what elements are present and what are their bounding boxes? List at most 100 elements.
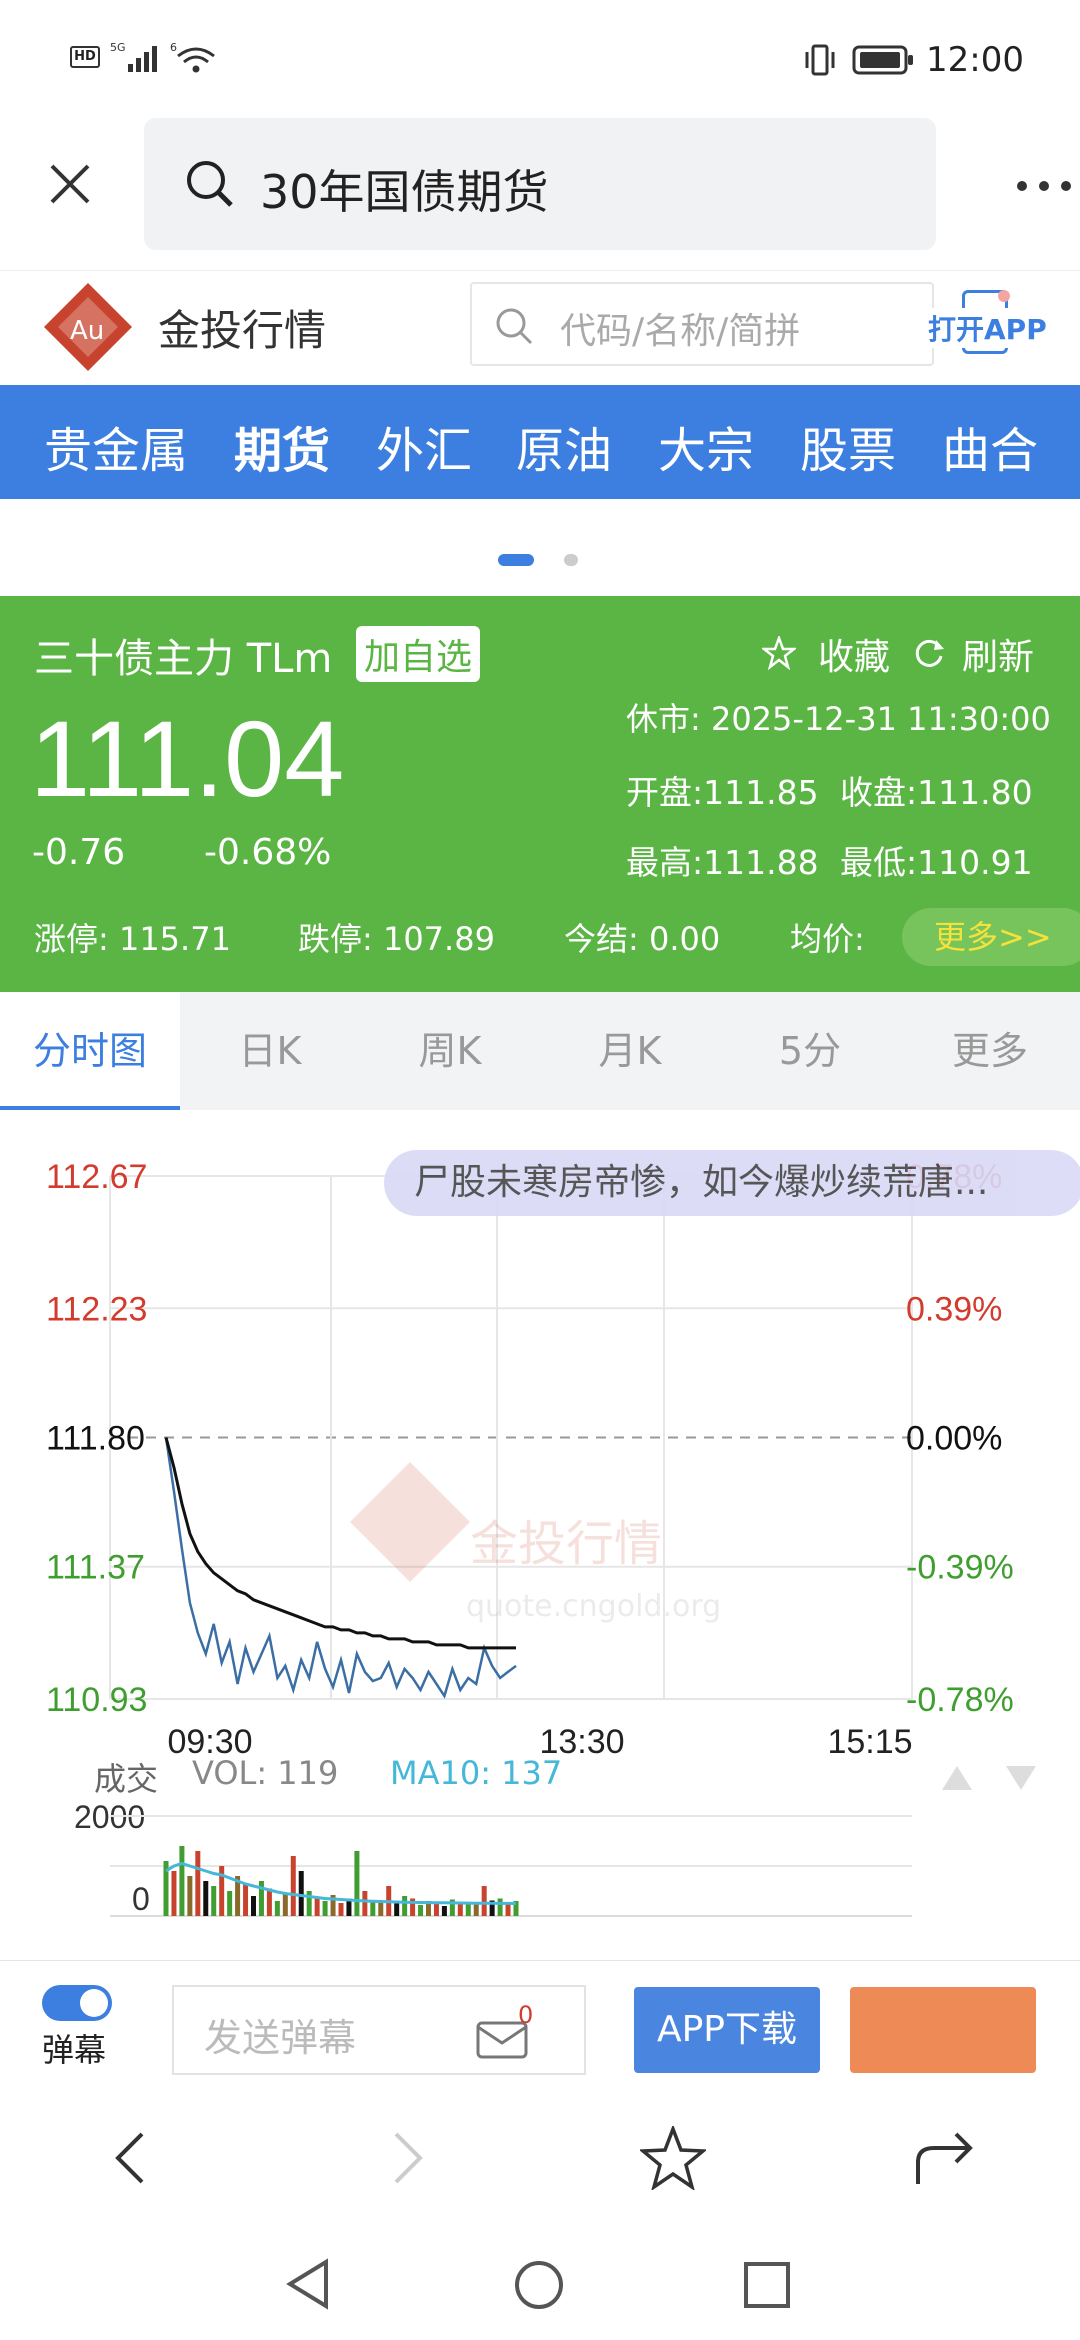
message-count: 0	[518, 2001, 534, 2029]
system-home-icon[interactable]	[512, 2258, 566, 2312]
nav-item-commodities[interactable]: 大宗	[658, 411, 754, 481]
nav-item-more[interactable]: 曲合	[942, 411, 1038, 481]
tab-intraday[interactable]: 分时图	[0, 992, 180, 1110]
tab-monthly-k[interactable]: 月K	[540, 992, 720, 1110]
volume-bar	[251, 1896, 256, 1916]
chart-tabs: 分时图 日K 周K 月K 5分 更多	[0, 992, 1080, 1110]
tab-daily-k[interactable]: 日K	[180, 992, 360, 1110]
badge-dot	[998, 290, 1010, 302]
volume-bar	[195, 1851, 201, 1916]
site-logo[interactable]: Au	[40, 279, 136, 375]
scroll-up-icon[interactable]	[940, 1764, 974, 1792]
volume-bar	[243, 1883, 249, 1916]
more-quote-button[interactable]: 更多>>	[902, 908, 1080, 966]
price-change: -0.76	[32, 832, 126, 873]
danmaku-input[interactable]: 发送弹幕 0	[172, 1985, 586, 2075]
volume-bar	[473, 1903, 479, 1916]
y-tick-label: 112.23	[46, 1290, 147, 1328]
orange-action-button[interactable]	[850, 1987, 1036, 2073]
volume-bar	[282, 1893, 288, 1916]
system-recents-icon[interactable]	[742, 2260, 792, 2310]
search-query: 30年国债期货	[260, 165, 549, 219]
close-icon[interactable]	[46, 160, 94, 208]
y-tick-label: 112.67	[46, 1158, 147, 1196]
bookmark-star-icon[interactable]	[638, 2124, 708, 2192]
tab-more[interactable]: 更多	[900, 992, 1080, 1110]
refresh-icon[interactable]	[912, 636, 946, 670]
tab-weekly-k[interactable]: 周K	[360, 992, 540, 1110]
volume-bar	[338, 1903, 344, 1916]
open-app-button[interactable]: 打开APP	[928, 290, 1047, 354]
search-input[interactable]: 30年国债期货	[144, 118, 936, 250]
svg-text:5G: 5G	[110, 41, 126, 54]
volume-bar	[418, 1905, 424, 1916]
scroll-down-icon[interactable]	[1004, 1764, 1038, 1792]
site-search-input[interactable]: 代码/名称/简拼	[470, 282, 934, 366]
app-download-button[interactable]: APP下载	[634, 1987, 820, 2073]
nav-item-crude-oil[interactable]: 原油	[516, 411, 612, 481]
volume-bar	[497, 1898, 503, 1916]
forward-icon[interactable]	[388, 2130, 428, 2186]
market-status: 休市: 2025-12-31 11:30:00	[626, 700, 1051, 738]
refresh-button[interactable]: 刷新	[962, 628, 1034, 680]
volume-bar	[298, 1871, 304, 1916]
volume-bar	[394, 1903, 400, 1916]
price-change-pct: -0.68%	[204, 832, 332, 873]
danmaku-bubble[interactable]: 尸股未寒房帝惨，如今爆炒续荒唐...	[384, 1150, 1080, 1216]
hd-icon: HD	[70, 46, 100, 68]
pct-tick-label: 0.39%	[906, 1290, 1002, 1328]
message-icon[interactable]: 0	[474, 2001, 536, 2061]
status-time: 12:00	[926, 40, 1024, 80]
search-icon	[494, 306, 534, 346]
limit-up: 涨停: 115.71	[34, 920, 231, 958]
vol-value: VOL: 119	[192, 1754, 339, 1792]
volume-bar	[314, 1897, 320, 1916]
settle-price: 今结: 0.00	[564, 920, 721, 958]
volume-bar	[290, 1856, 296, 1916]
svg-text:6: 6	[170, 41, 177, 54]
watermark-brand: 金投行情	[470, 1516, 662, 1572]
open-price: 开盘:111.85	[626, 773, 819, 812]
volume-bar	[322, 1901, 328, 1916]
system-back-icon[interactable]	[284, 2258, 332, 2310]
svg-text:Au: Au	[70, 316, 104, 346]
signal-5g-icon: 5G	[110, 40, 166, 76]
avg-price-line	[164, 1437, 516, 1650]
battery-icon	[852, 44, 916, 76]
close-price: 收盘:111.80	[840, 773, 1033, 812]
ma10-value: MA10: 137	[390, 1754, 563, 1792]
volume-bar	[211, 1886, 217, 1916]
site-search-placeholder: 代码/名称/简拼	[560, 311, 801, 352]
watermark-url: quote.cngold.org	[466, 1589, 721, 1624]
category-nav: 贵金属 期货 外汇 原油 大宗 股票 曲合	[0, 385, 1080, 499]
nav-item-stocks[interactable]: 股票	[800, 411, 896, 481]
volume-bar	[227, 1891, 233, 1916]
carousel-indicator	[0, 500, 1080, 596]
favorite-button[interactable]: 收藏	[818, 628, 890, 680]
carousel-dot-active	[498, 554, 534, 566]
volume-bar	[187, 1876, 193, 1916]
volume-bar	[441, 1906, 447, 1916]
limit-down: 跌停: 107.89	[298, 920, 495, 958]
volume-bar	[306, 1891, 312, 1916]
nav-item-precious-metals[interactable]: 贵金属	[44, 411, 188, 481]
vibrate-icon	[802, 44, 838, 76]
back-icon[interactable]	[110, 2130, 150, 2186]
volume-bar	[274, 1901, 280, 1916]
share-icon[interactable]	[912, 2128, 978, 2188]
system-navigation	[0, 2220, 1080, 2340]
more-menu-icon[interactable]	[1016, 176, 1076, 196]
volume-bar	[171, 1871, 177, 1916]
volume-bar	[362, 1891, 368, 1916]
site-name: 金投行情	[158, 306, 327, 355]
danmaku-toggle[interactable]	[42, 1985, 112, 2021]
nav-item-futures[interactable]: 期货	[234, 411, 330, 481]
search-icon	[184, 158, 236, 210]
tab-5min[interactable]: 5分	[720, 992, 900, 1110]
volume-bar	[433, 1903, 439, 1916]
add-watchlist-button[interactable]: 加自选	[356, 626, 481, 682]
volume-bar	[378, 1902, 384, 1916]
star-icon[interactable]	[760, 634, 798, 671]
nav-item-forex[interactable]: 外汇	[376, 411, 472, 481]
toggle-knob	[80, 1989, 108, 2017]
